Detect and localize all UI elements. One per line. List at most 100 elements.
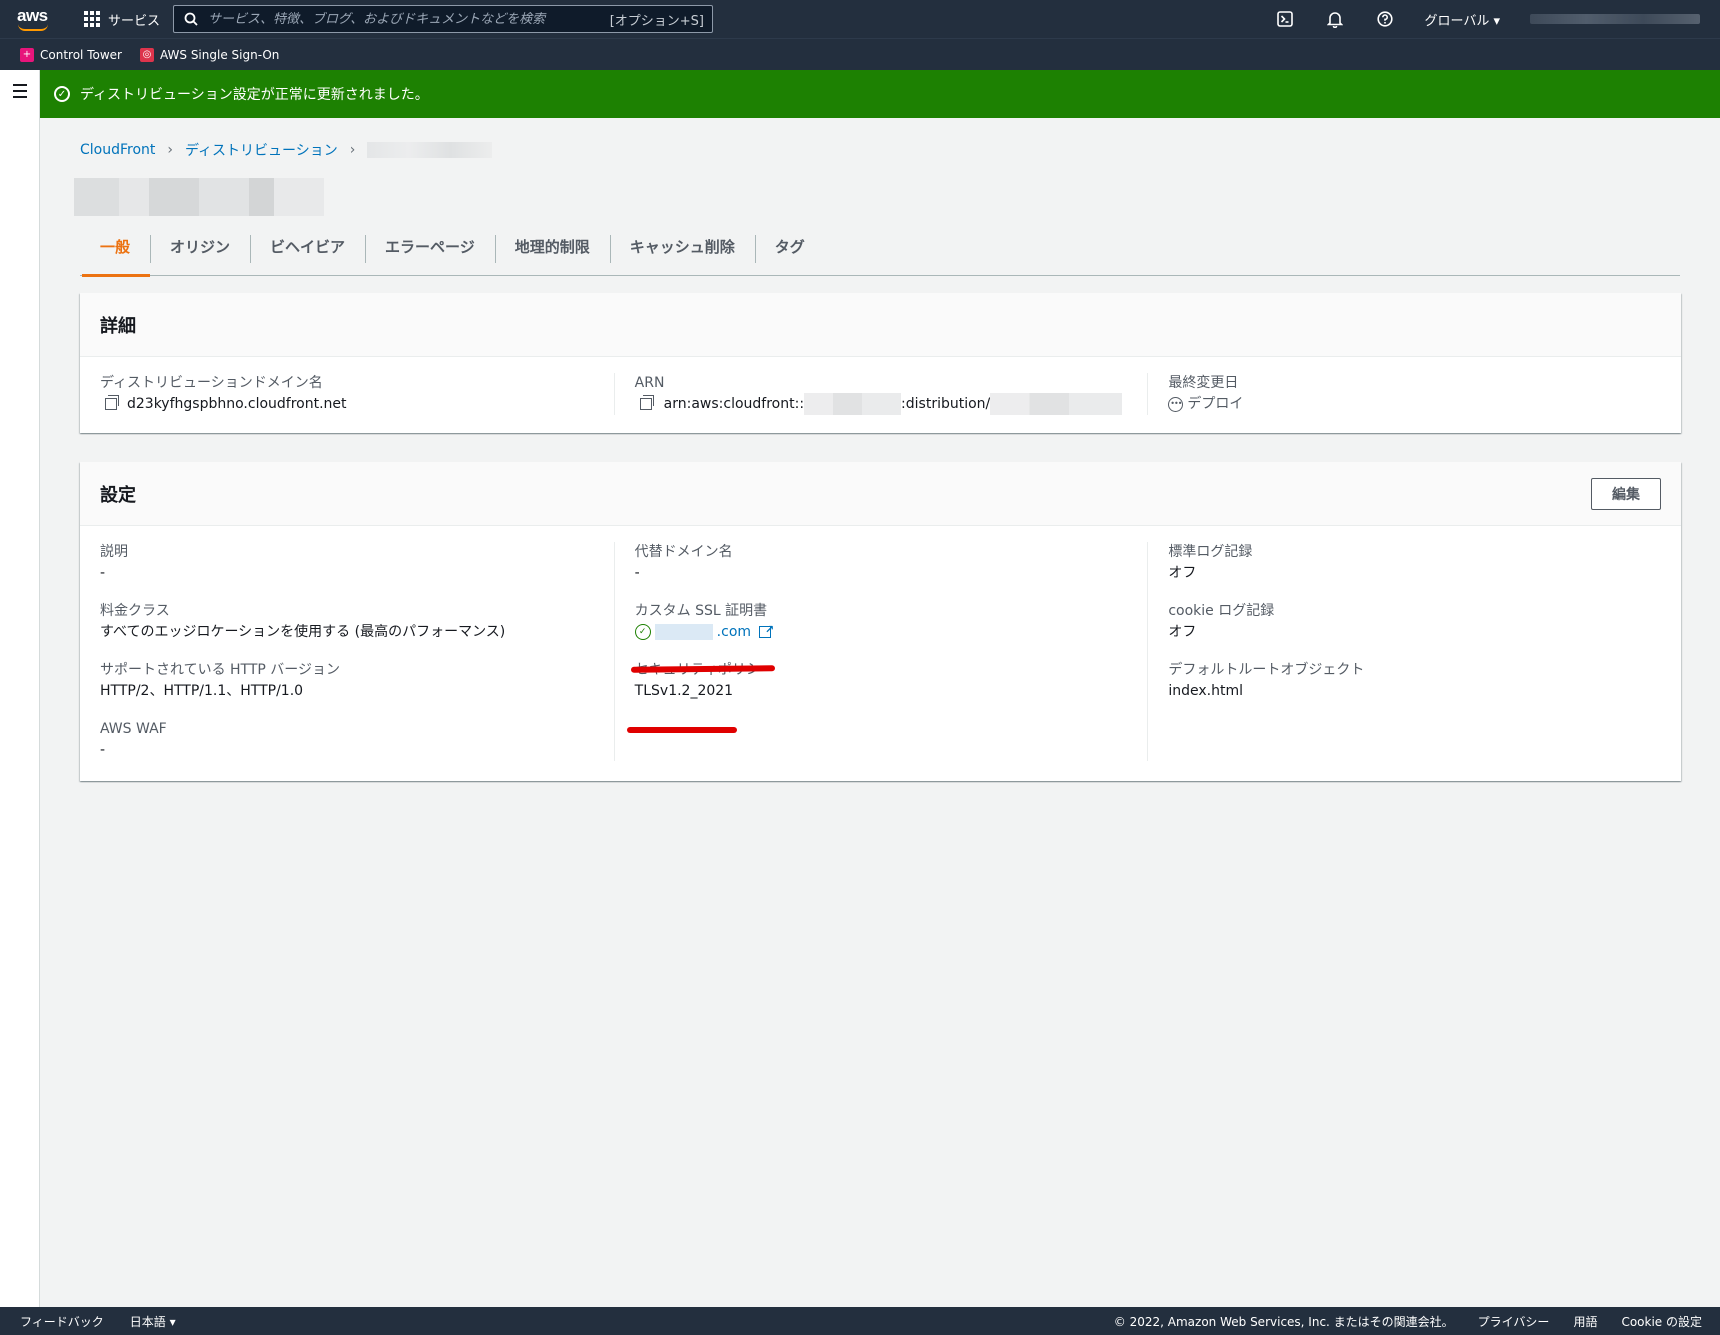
tab-tags[interactable]: タグ: [754, 218, 825, 276]
search-icon: [184, 12, 198, 26]
region-selector[interactable]: グローバル ▾: [1424, 10, 1500, 29]
account-menu-redacted[interactable]: [1530, 14, 1700, 24]
check-circle-icon: ✓: [634, 624, 651, 640]
waf-value: -: [100, 742, 106, 758]
terms-link[interactable]: 用語: [1573, 1313, 1597, 1330]
cookie-logging-field: cookie ログ記録 オフ: [1168, 601, 1661, 643]
menu-icon[interactable]: [13, 84, 27, 102]
details-columns: ディストリビューションドメイン名 d23kyfhgspbhno.cloudfro…: [80, 357, 1681, 433]
favorite-label: AWS Single Sign-On: [159, 47, 280, 62]
alt-domain-value: -: [634, 565, 640, 581]
tab-bar: 一般 オリジン ビヘイビア エラーページ 地理的制限 キャッシュ削除 タグ: [80, 218, 1680, 277]
footer-right: © 2022, Amazon Web Services, Inc. またはその関…: [1114, 1313, 1702, 1330]
modified-label: 最終変更日: [1168, 375, 1239, 391]
pending-icon: •••: [1168, 396, 1184, 412]
policy-value: TLSv1.2_2021: [634, 683, 734, 699]
arn-mid: :distribution/: [901, 396, 991, 412]
price-class-label: 料金クラス: [100, 603, 170, 619]
top-navigation: aws サービス [オプション+S] グローバル ▾: [0, 0, 1720, 38]
aws-logo[interactable]: aws: [14, 0, 64, 38]
flash-message: ディストリビューション設定が正常に更新されました。: [80, 87, 429, 103]
description-field: 説明 -: [100, 542, 594, 584]
details-header: 詳細: [80, 293, 1681, 357]
http-version-field: サポートされている HTTP バージョン HTTP/2、HTTP/1.1、HTT…: [100, 660, 594, 702]
ssl-value-row: ✓ .com: [634, 619, 1128, 643]
footer: フィードバック 日本語 ▾ © 2022, Amazon Web Service…: [0, 1307, 1720, 1335]
language-selector[interactable]: 日本語 ▾: [130, 1313, 176, 1330]
bell-icon: [1327, 11, 1344, 28]
tab-invalidations[interactable]: キャッシュ削除: [609, 218, 755, 276]
sso-icon: ◎: [139, 47, 154, 62]
cookie-preferences-link[interactable]: Cookie の設定: [1621, 1313, 1702, 1330]
domain-value-row: d23kyfhgspbhno.cloudfront.net: [100, 393, 594, 415]
success-flashbar: ✓ ディストリビューション設定が正常に更新されました。: [40, 70, 1720, 118]
grid-icon: [84, 11, 100, 27]
ssl-certificate-link[interactable]: .com: [654, 619, 774, 643]
favorite-control-tower[interactable]: + Control Tower: [20, 47, 122, 62]
arn-value-row: arn:aws:cloudfront:: :distribution/: [635, 393, 1128, 415]
help-button[interactable]: [1360, 0, 1410, 38]
favorite-aws-sso[interactable]: ◎ AWS Single Sign-On: [139, 47, 280, 62]
search-input[interactable]: [208, 11, 610, 27]
waf-field: AWS WAF -: [100, 719, 594, 761]
ssl-label: カスタム SSL 証明書: [634, 603, 768, 619]
tab-error-pages[interactable]: エラーページ: [365, 218, 495, 276]
http-version-label: サポートされている HTTP バージョン: [100, 662, 341, 678]
cookie-log-label: cookie ログ記録: [1168, 603, 1275, 619]
cloudshell-button[interactable]: [1260, 0, 1310, 38]
nav-right-group: グローバル ▾: [1260, 0, 1720, 38]
distribution-id-redacted: [990, 393, 1123, 415]
edit-button[interactable]: 編集: [1591, 477, 1661, 510]
http-version-value: HTTP/2、HTTP/1.1、HTTP/1.0: [100, 683, 304, 699]
description-label: 説明: [100, 544, 128, 560]
alt-domain-field: 代替ドメイン名 -: [635, 542, 1128, 584]
chevron-right-icon: ›: [349, 142, 356, 158]
settings-col-2: 代替ドメイン名 - カスタム SSL 証明書 ✓ .com ↗ TLSv1.2_…: [613, 542, 1148, 761]
aws-logo-text: aws: [17, 6, 48, 25]
details-col-arn: ARN arn:aws:cloudfront:: :distribution/: [613, 373, 1148, 415]
breadcrumb: CloudFront › ディストリビューション ›: [80, 140, 493, 160]
settings-col-3: 標準ログ記録 オフ cookie ログ記録 オフ デフォルトルートオブジェクト …: [1147, 542, 1681, 761]
tab-origins[interactable]: オリジン: [150, 218, 250, 276]
std-log-label: 標準ログ記録: [1168, 544, 1253, 560]
root-object-field: デフォルトルートオブジェクト index.html: [1168, 660, 1661, 702]
details-panel: 詳細 ディストリビューションドメイン名 d23kyfhgspbhno.cloud…: [80, 293, 1681, 433]
arn-label: ARN: [634, 375, 665, 391]
breadcrumb-distributions[interactable]: ディストリビューション: [185, 140, 338, 160]
account-id-redacted: [804, 393, 902, 415]
search-bar[interactable]: [オプション+S]: [173, 5, 713, 33]
copy-icon[interactable]: [639, 395, 654, 410]
ssl-field: カスタム SSL 証明書 ✓ .com: [634, 601, 1128, 643]
std-log-value: オフ: [1168, 565, 1197, 581]
price-class-value: すべてのエッジロケーションを使用する (最高のパフォーマンス): [100, 624, 506, 640]
chevron-right-icon: ›: [167, 142, 174, 158]
privacy-link[interactable]: プライバシー: [1478, 1313, 1550, 1330]
notifications-button[interactable]: [1310, 0, 1360, 38]
details-title: 詳細: [100, 315, 136, 337]
copy-icon[interactable]: [105, 395, 119, 410]
aws-smile-icon: [18, 24, 48, 31]
settings-col-1: 説明 - 料金クラス すべてのエッジロケーションを使用する (最高のパフォーマン…: [80, 542, 614, 761]
breadcrumb-cloudfront[interactable]: CloudFront: [80, 142, 155, 158]
arn-prefix: arn:aws:cloudfront::: [663, 396, 805, 412]
search-shortcut-hint: [オプション+S]: [609, 13, 704, 29]
services-menu-button[interactable]: サービス: [84, 10, 160, 29]
waf-label: AWS WAF: [100, 721, 167, 737]
tab-behaviors[interactable]: ビヘイビア: [250, 218, 365, 276]
modified-value: デプロイ: [1187, 396, 1244, 412]
settings-columns: 説明 - 料金クラス すべてのエッジロケーションを使用する (最高のパフォーマン…: [80, 526, 1681, 781]
price-class-field: 料金クラス すべてのエッジロケーションを使用する (最高のパフォーマンス): [100, 601, 594, 643]
ssl-value-suffix: .com: [716, 624, 752, 640]
details-col-domain: ディストリビューションドメイン名 d23kyfhgspbhno.cloudfro…: [80, 373, 614, 415]
tab-general[interactable]: 一般: [80, 218, 151, 277]
cookie-log-value: オフ: [1168, 624, 1197, 640]
tab-geo-restrictions[interactable]: 地理的制限: [494, 218, 610, 276]
control-tower-icon: +: [20, 47, 34, 62]
settings-header: 設定 編集: [80, 462, 1681, 526]
feedback-link[interactable]: フィードバック: [20, 1313, 104, 1330]
sidebar-collapsed: [0, 70, 40, 1307]
modified-value-row: ••• デプロイ: [1168, 393, 1661, 415]
settings-title: 設定: [100, 484, 136, 506]
cloudshell-icon: [1277, 11, 1294, 27]
copyright-text: © 2022, Amazon Web Services, Inc. またはその関…: [1113, 1314, 1454, 1329]
